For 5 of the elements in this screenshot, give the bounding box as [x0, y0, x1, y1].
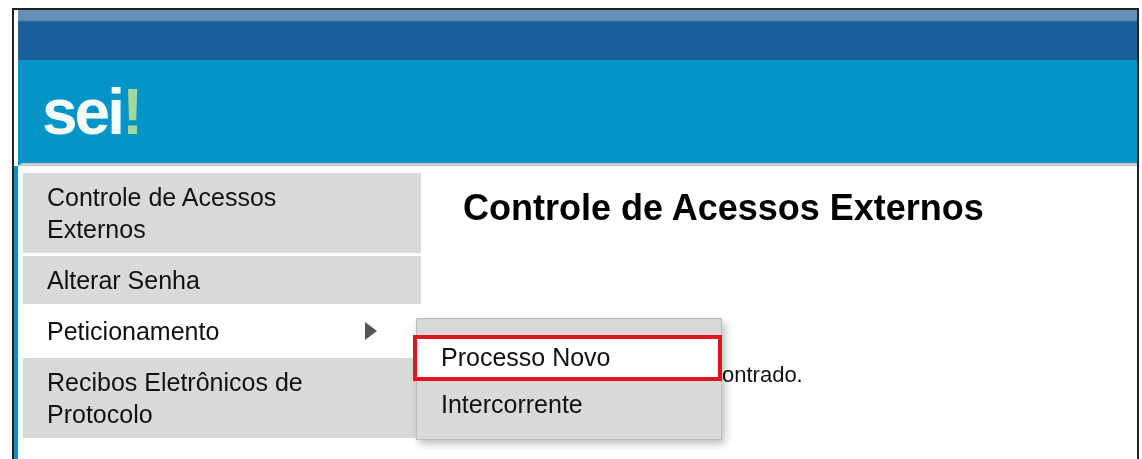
sidebar-item[interactable]: Controle de Acessos Externos [23, 173, 421, 253]
submenu-item[interactable]: Processo Novo [413, 335, 722, 381]
sidebar-item[interactable]: Alterar Senha [23, 256, 421, 304]
message-text: ontrado. [722, 361, 803, 389]
page-heading: Controle de Acessos Externos [463, 186, 985, 230]
